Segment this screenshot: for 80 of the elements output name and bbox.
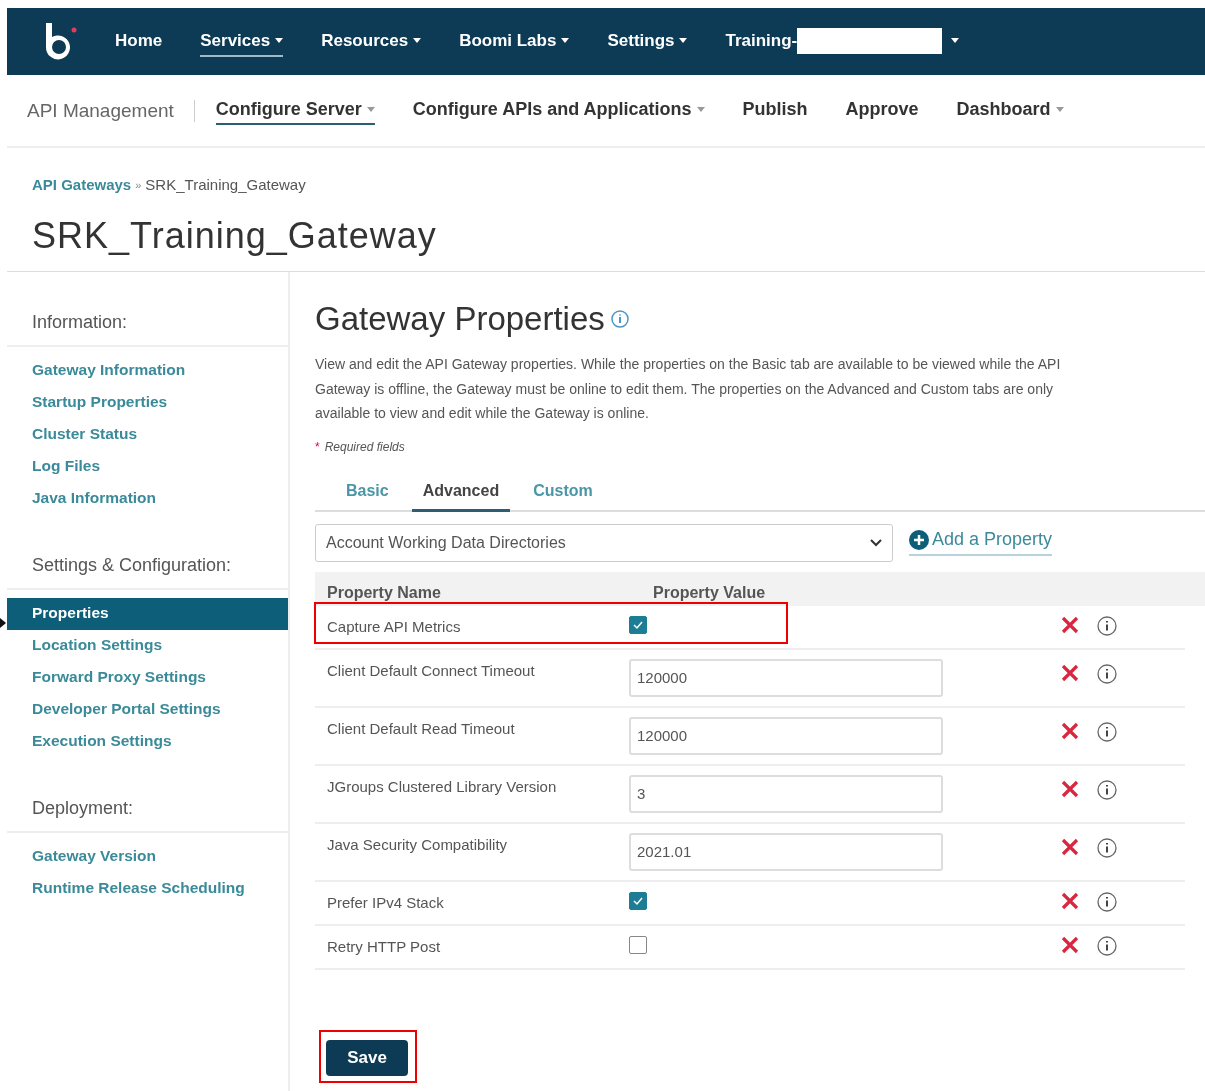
sidebar-item[interactable]: Cluster Status <box>7 419 288 451</box>
sidebar-item[interactable]: Forward Proxy Settings <box>7 662 288 694</box>
sidebar-heading: Information: <box>7 312 288 347</box>
sidebar-heading: Deployment: <box>7 798 288 833</box>
tab[interactable]: Advanced <box>411 471 511 512</box>
sidebar-item[interactable]: Gateway Information <box>7 355 288 387</box>
sidebar-heading: Settings & Configuration: <box>7 555 288 590</box>
property-name: JGroups Clustered Library Version <box>327 777 557 795</box>
sidebar-item[interactable]: Log Files <box>7 451 288 483</box>
info-icon[interactable] <box>1097 663 1117 684</box>
delete-icon[interactable] <box>1061 837 1079 856</box>
sidebar-item[interactable]: Gateway Version <box>7 841 288 873</box>
property-name: Client Default Read Timeout <box>327 719 515 737</box>
delete-icon[interactable] <box>1061 615 1079 634</box>
nav-link[interactable]: Boomi Labs <box>459 26 570 57</box>
nav-link[interactable]: Services <box>200 26 284 57</box>
delete-icon[interactable] <box>1061 935 1079 954</box>
caret-icon <box>413 38 422 43</box>
input-field[interactable]: 2021.01 <box>629 832 943 871</box>
nav-link[interactable]: Publish <box>742 96 808 125</box>
property-name: Capture API Metrics <box>327 617 461 635</box>
sidebar-item[interactable]: Execution Settings <box>7 726 288 758</box>
caret-icon <box>951 38 960 43</box>
info-icon[interactable] <box>1097 779 1117 800</box>
caret-icon <box>679 38 688 43</box>
section-title: API Management <box>27 99 195 122</box>
sidebar-item[interactable]: Startup Properties <box>7 387 288 419</box>
delete-icon[interactable] <box>1061 891 1079 910</box>
save-button[interactable]: Save <box>326 1039 408 1076</box>
required-mark: * <box>315 439 320 454</box>
nav-link[interactable]: Configure Server <box>215 96 375 125</box>
delete-icon[interactable] <box>1061 721 1079 740</box>
caret-icon <box>275 38 284 43</box>
chevron-down-icon <box>870 538 882 547</box>
property-name: Client Default Connect Timeout <box>327 661 535 679</box>
checkbox[interactable] <box>629 615 647 634</box>
delete-icon[interactable] <box>1061 779 1079 798</box>
sidebar-item[interactable]: Java Information <box>7 483 288 515</box>
input-field[interactable]: 120000 <box>629 716 943 755</box>
caret-icon <box>1055 107 1064 112</box>
nav-link[interactable]: Dashboard <box>956 96 1064 125</box>
nav-link[interactable]: Home <box>115 26 163 57</box>
breadcrumb-link[interactable]: API Gateways <box>32 176 132 193</box>
plus-circle-icon <box>909 529 929 550</box>
breadcrumb-text: SRK_Training_Gateway <box>145 176 306 193</box>
description-text: View and edit the API Gateway properties. While the properties on the Basic tab are available to be viewed while the API Gateway is offline, the Gateway must be online to edit them. The properties on the Advanced and Custom tabs are only available to view and edit while the Gateway is online. <box>315 355 1062 423</box>
info-icon[interactable] <box>1097 891 1117 912</box>
property-name: Retry HTTP Post <box>327 937 441 955</box>
sidebar-item[interactable]: Runtime Release Scheduling <box>7 873 288 905</box>
nav-link[interactable]: Approve <box>845 96 919 125</box>
delete-icon[interactable] <box>1061 663 1079 682</box>
logo-icon[interactable] <box>43 22 77 61</box>
caret-icon <box>561 38 570 43</box>
column-header: Property Name <box>327 583 442 603</box>
input-field[interactable]: 120000 <box>629 658 943 697</box>
caret-icon <box>366 107 375 112</box>
sidebar-item[interactable]: Location Settings <box>7 630 288 662</box>
checkbox[interactable] <box>629 935 647 954</box>
page-title: SRK_Training_Gateway <box>32 215 438 257</box>
column-header: Property Value <box>653 583 766 603</box>
required-note: Required fields <box>324 439 405 454</box>
info-icon[interactable] <box>1097 837 1117 858</box>
info-icon[interactable] <box>1097 721 1117 742</box>
info-icon[interactable] <box>1097 935 1117 956</box>
nav-link[interactable]: Resources <box>321 26 422 57</box>
checkbox[interactable] <box>629 891 647 910</box>
input-field[interactable]: 3 <box>629 774 943 813</box>
nav-link[interactable]: Training- <box>725 23 960 60</box>
nav-link[interactable]: Configure APIs and Applications <box>412 96 705 125</box>
add-property-link[interactable]: Add a Property <box>909 529 1053 556</box>
breadcrumb-separator: » <box>135 178 142 191</box>
nav-link[interactable]: Settings <box>607 26 688 57</box>
sidebar-item[interactable]: Properties <box>7 598 288 630</box>
info-icon[interactable] <box>1097 615 1117 636</box>
section-title: Gateway Properties <box>315 300 605 338</box>
property-dropdown[interactable]: Account Working Data Directories <box>315 523 893 562</box>
property-name: Prefer IPv4 Stack <box>327 893 444 911</box>
sidebar-item[interactable]: Developer Portal Settings <box>7 694 288 726</box>
caret-icon <box>696 107 705 112</box>
property-name: Java Security Compatibility <box>327 835 508 853</box>
